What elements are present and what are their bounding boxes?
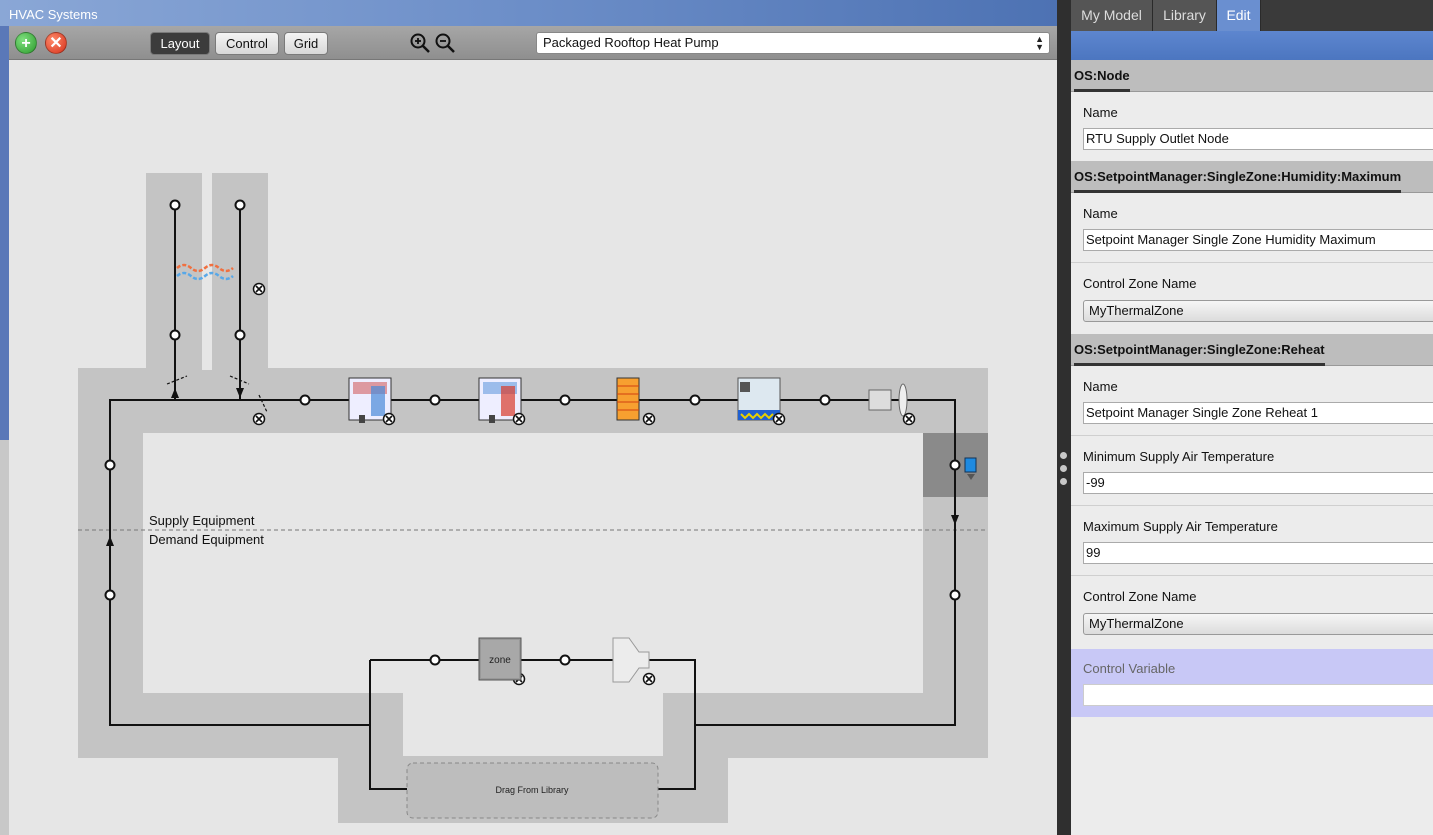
humidity-name-field[interactable]: Setpoint Manager Single Zone Humidity Ma… [1083,229,1433,251]
reheat-name-field[interactable]: Setpoint Manager Single Zone Reheat 1 [1083,402,1433,424]
inspector-header-band [1071,31,1433,60]
tab-library[interactable]: Library [1153,0,1217,31]
humidity-name-label: Name [1083,206,1118,221]
control-button[interactable]: Control [215,32,279,55]
air-loop-diagram: zone Supply Equipment Demand Equipment D… [78,173,988,823]
left-edge-accent [0,0,9,440]
supply-node[interactable] [299,394,311,406]
row-separator [1071,575,1433,576]
remove-button[interactable]: ✕ [45,32,67,54]
electric-heating-coil-icon[interactable] [616,377,640,421]
splitter-handle-icon [1060,452,1067,459]
humidity-zone-label: Control Zone Name [1083,276,1197,291]
inspector-panel: My Model Library Edit OS:Node Name RTU S… [1071,0,1433,835]
demand-inlet-node[interactable] [949,589,961,601]
row-separator [1071,505,1433,506]
grid-button[interactable]: Grid [284,32,328,55]
toolbar: + ✕ Layout Control Grid Packaged Rooftop… [9,26,1057,60]
tab-edit[interactable]: Edit [1217,0,1261,31]
oa-node[interactable] [169,199,181,211]
demand-equipment-label: Demand Equipment [149,532,264,547]
node-section-title: OS:Node [1074,63,1130,92]
row-separator [1071,435,1433,436]
zone-label: zone [489,655,511,666]
supply-inlet-node[interactable] [104,459,116,471]
reheat-section-header: OS:SetpointManager:SingleZone:Reheat [1071,334,1433,366]
zoom-out-icon[interactable] [434,32,456,54]
reheat-zone-select[interactable]: MyThermalZone [1083,613,1433,635]
humidity-zone-select[interactable]: MyThermalZone [1083,300,1433,322]
window-title: HVAC Systems [9,7,98,22]
relief-node[interactable] [234,329,246,341]
reheat-section-title: OS:SetpointManager:SingleZone:Reheat [1074,337,1325,366]
control-variable-field[interactable] [1083,684,1433,706]
remove-icon: ✕ [49,35,63,52]
reheat-zone-label: Control Zone Name [1083,589,1197,604]
tab-bar: My Model Library Edit [1071,0,1433,31]
splitter-handle-icon [1060,478,1067,485]
control-variable-row: Control Variable [1071,649,1433,717]
humidity-section-header: OS:SetpointManager:SingleZone:Humidity:M… [1071,161,1433,193]
humidifier-icon[interactable] [737,377,781,421]
control-variable-label: Control Variable [1083,661,1176,676]
oa-node[interactable] [169,329,181,341]
system-select[interactable]: Packaged Rooftop Heat Pump ▲ ▼ [536,32,1050,54]
supply-node[interactable] [429,394,441,406]
zone-node[interactable] [559,654,571,666]
max-supply-temp-label: Maximum Supply Air Temperature [1083,519,1278,534]
supply-node[interactable] [819,394,831,406]
system-select-value: Packaged Rooftop Heat Pump [543,35,719,50]
layout-button[interactable]: Layout [150,32,210,55]
panel-splitter[interactable] [1057,0,1071,835]
reheat-name-label: Name [1083,379,1118,394]
humidity-section-title: OS:SetpointManager:SingleZone:Humidity:M… [1074,164,1402,193]
left-edge-strip [0,0,9,835]
min-supply-temp-field[interactable]: -99 [1083,472,1433,494]
zoom-in-icon[interactable] [409,32,431,54]
node-name-label: Name [1083,105,1118,120]
supply-outlet-node[interactable] [949,459,961,471]
add-icon: + [21,35,31,52]
supply-node[interactable] [689,394,701,406]
node-section-header: OS:Node [1071,60,1433,92]
demand-outlet-node[interactable] [104,589,116,601]
select-arrows-icon: ▲ ▼ [1035,34,1044,52]
title-bar: HVAC Systems [0,0,1057,26]
splitter-handle-icon [1060,465,1067,472]
tab-my-model[interactable]: My Model [1071,0,1153,31]
add-button[interactable]: + [15,32,37,54]
min-supply-temp-label: Minimum Supply Air Temperature [1083,449,1275,464]
drag-from-library-label: Drag From Library [495,785,569,795]
supply-node[interactable] [559,394,571,406]
relief-node[interactable] [234,199,246,211]
hvac-canvas[interactable]: zone Supply Equipment Demand Equipment D… [9,60,1057,835]
zone-icon[interactable]: zone [478,637,522,681]
max-supply-temp-field[interactable]: 99 [1083,542,1433,564]
supply-equipment-label: Supply Equipment [149,513,255,528]
row-separator [1071,262,1433,263]
zone-node[interactable] [429,654,441,666]
node-name-field[interactable]: RTU Supply Outlet Node [1083,128,1433,150]
